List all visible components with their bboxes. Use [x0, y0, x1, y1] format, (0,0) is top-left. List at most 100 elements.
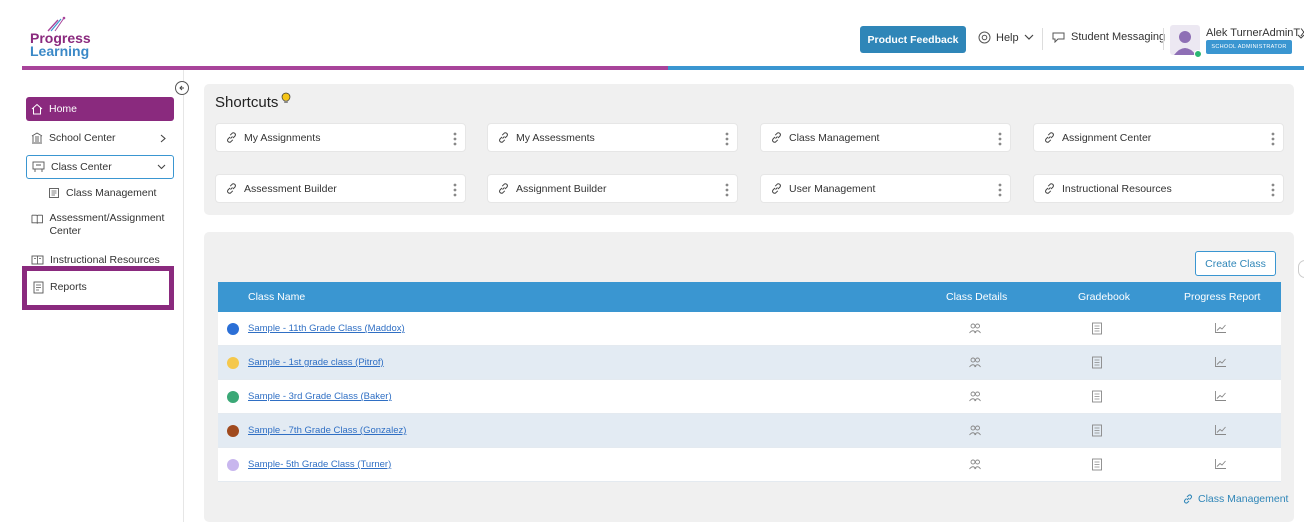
sidebar-item-home[interactable]: Home: [26, 97, 174, 121]
shortcut-card[interactable]: Assignment Builder: [487, 174, 738, 203]
column-header-progress-report: Progress Report: [1184, 291, 1261, 303]
class-name-link[interactable]: Sample - 3rd Grade Class (Baker): [248, 391, 392, 402]
class-details-icon: [969, 391, 981, 402]
sidebar-collapse-button[interactable]: [175, 81, 189, 95]
progress-report-button[interactable]: [1214, 322, 1227, 334]
kebab-menu-icon[interactable]: [998, 183, 1002, 197]
product-feedback-button[interactable]: Product Feedback: [860, 26, 966, 53]
shortcut-card[interactable]: Assignment Center: [1033, 123, 1284, 152]
gradebook-button[interactable]: [1091, 322, 1103, 335]
gradebook-button[interactable]: [1091, 390, 1103, 403]
lifebuoy-icon: [978, 31, 991, 44]
link-icon: [772, 183, 781, 194]
kebab-menu-icon[interactable]: [998, 132, 1002, 146]
kebab-menu-icon[interactable]: [453, 183, 457, 197]
class-management-link[interactable]: Class Management: [1182, 493, 1288, 505]
chevron-down-icon[interactable]: [1297, 34, 1304, 40]
role-badge: SCHOOL ADMINISTRATOR: [1206, 40, 1292, 54]
progress-report-icon: [1215, 425, 1226, 435]
table-row: Sample - 1st grade class (Pitrof): [218, 346, 1281, 380]
shortcut-label: My Assignments: [244, 131, 321, 144]
shortcut-label: User Management: [789, 182, 876, 195]
gradebook-button[interactable]: [1091, 458, 1103, 471]
progress-report-button[interactable]: [1214, 356, 1227, 368]
sidebar-item-school-center[interactable]: School Center: [26, 129, 174, 147]
class-color-dot: [227, 323, 239, 335]
class-name-link[interactable]: Sample - 1st grade class (Pitrof): [248, 357, 384, 368]
progress-report-button[interactable]: [1214, 390, 1227, 402]
sidebar-item-label: Assessment/Assignment Center: [49, 212, 165, 237]
chevron-right-icon: [160, 134, 166, 142]
shortcut-label: Class Management: [789, 131, 880, 144]
kebab-menu-icon[interactable]: [725, 183, 729, 197]
column-header-class-name[interactable]: Class Name: [248, 291, 305, 303]
table-row: Sample - 3rd Grade Class (Baker): [218, 380, 1281, 414]
sidebar-item-instructional-resources[interactable]: Instructional Resources: [26, 253, 176, 267]
class-icon: [32, 161, 45, 172]
kebab-menu-icon[interactable]: [1271, 183, 1275, 197]
progress-report-button[interactable]: [1214, 458, 1227, 470]
chat-bubble-icon: [1052, 32, 1065, 43]
report-icon: [33, 281, 44, 293]
column-header-gradebook: Gradebook: [1078, 291, 1130, 303]
sidebar-item-label: Class Management: [66, 187, 157, 199]
scroll-handle[interactable]: [1298, 260, 1304, 278]
shortcut-card[interactable]: My Assignments: [215, 123, 466, 152]
class-color-dot: [227, 459, 239, 471]
class-details-button[interactable]: [968, 356, 982, 368]
shortcut-card[interactable]: User Management: [760, 174, 1011, 203]
class-details-button[interactable]: [968, 458, 982, 470]
chevron-down-icon: [157, 164, 166, 170]
progress-report-icon: [1215, 391, 1226, 401]
app-header: Progress Learning Product Feedback Help …: [0, 0, 1304, 66]
gradebook-icon: [1092, 458, 1102, 471]
sidebar-item-label: Instructional Resources: [50, 254, 160, 266]
class-management-link-label: Class Management: [1198, 493, 1289, 505]
gradebook-icon: [1092, 424, 1102, 437]
book-icon: [31, 255, 44, 265]
gradebook-button[interactable]: [1091, 356, 1103, 369]
table-header: Class Name Class Details Gradebook Progr…: [218, 282, 1281, 312]
class-details-icon: [969, 323, 981, 334]
sidebar-item-assessment-center[interactable]: Assessment/Assignment Center: [26, 212, 174, 240]
sidebar-item-reports[interactable]: Reports: [28, 279, 176, 295]
class-details-button[interactable]: [968, 424, 982, 436]
progress-learning-logo[interactable]: Progress Learning: [30, 16, 100, 62]
user-name[interactable]: Alek TurnerAdminTX: [1206, 27, 1304, 39]
class-name-link[interactable]: Sample- 5th Grade Class (Turner): [248, 459, 391, 470]
shortcuts-heading: Shortcuts: [215, 92, 291, 111]
shortcut-card[interactable]: Assessment Builder: [215, 174, 466, 203]
shortcut-card[interactable]: My Assessments: [487, 123, 738, 152]
sidebar-item-class-center[interactable]: Class Center: [26, 155, 174, 179]
student-messaging-link[interactable]: Student Messaging: [1052, 31, 1165, 43]
class-name-link[interactable]: Sample - 7th Grade Class (Gonzalez): [248, 425, 406, 436]
sidebar-item-label: Home: [49, 103, 78, 115]
table-row: Sample - 11th Grade Class (Maddox): [218, 312, 1281, 346]
create-class-button[interactable]: Create Class: [1195, 251, 1276, 276]
help-menu[interactable]: Help: [978, 31, 1034, 44]
sidebar-item-label: School Center: [49, 132, 116, 144]
class-details-button[interactable]: [968, 390, 982, 402]
class-name-link[interactable]: Sample - 11th Grade Class (Maddox): [248, 323, 405, 334]
column-header-class-details: Class Details: [946, 291, 1008, 303]
class-color-dot: [227, 357, 239, 369]
kebab-menu-icon[interactable]: [725, 132, 729, 146]
class-details-button[interactable]: [968, 322, 982, 334]
help-label: Help: [996, 31, 1019, 44]
sidebar-item-class-management[interactable]: Class Management: [48, 186, 168, 200]
lightbulb-icon: [282, 92, 291, 103]
header-divider: [1042, 28, 1043, 50]
shortcut-card[interactable]: Class Management: [760, 123, 1011, 152]
shortcut-label: Assignment Builder: [516, 182, 607, 195]
link-icon: [1184, 494, 1192, 504]
class-management-icon: [49, 188, 59, 198]
kebab-menu-icon[interactable]: [453, 132, 457, 146]
link-icon: [499, 132, 508, 143]
gradebook-button[interactable]: [1091, 424, 1103, 437]
shortcut-label: My Assessments: [516, 131, 595, 144]
link-icon: [227, 183, 236, 194]
progress-report-button[interactable]: [1214, 424, 1227, 436]
gradebook-icon: [1092, 390, 1102, 403]
shortcut-card[interactable]: Instructional Resources: [1033, 174, 1284, 203]
kebab-menu-icon[interactable]: [1271, 132, 1275, 146]
